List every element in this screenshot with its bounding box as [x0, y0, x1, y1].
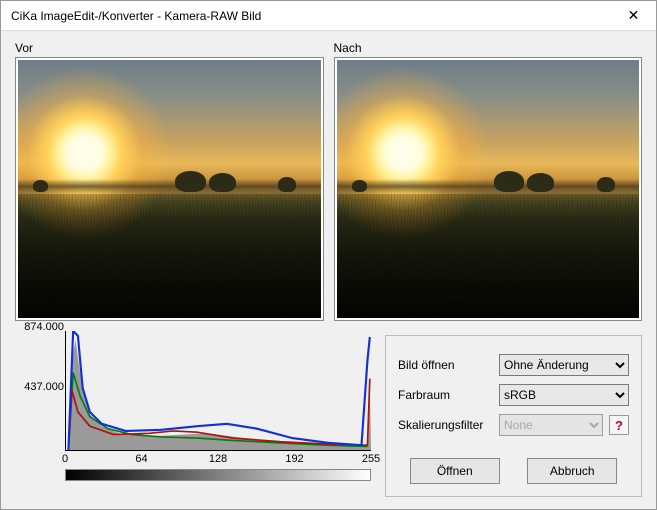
- after-preview: [334, 57, 643, 321]
- before-preview: [15, 57, 324, 321]
- options-panel: Bild öffnen Ohne Änderung Farbraum sRGB …: [385, 335, 642, 497]
- hist-x-64: 64: [135, 453, 147, 465]
- help-icon: ?: [615, 418, 623, 433]
- colorspace-select[interactable]: sRGB: [499, 384, 629, 406]
- colorspace-label: Farbraum: [398, 388, 493, 402]
- open-mode-label: Bild öffnen: [398, 358, 493, 372]
- tone-gradient: [65, 469, 371, 481]
- histogram-panel: 874.000 437.000 0: [15, 331, 371, 497]
- hist-x-128: 128: [209, 453, 227, 465]
- cancel-button[interactable]: Abbruch: [527, 458, 617, 484]
- hist-ylabel-max: 874.000: [24, 321, 64, 333]
- dialog-content: Vor Nach: [1, 31, 656, 509]
- titlebar[interactable]: CiKa ImageEdit-/Konverter - Kamera-RAW B…: [1, 1, 656, 31]
- scalefilter-label: Skalierungsfilter: [398, 418, 493, 432]
- help-button[interactable]: ?: [609, 415, 629, 435]
- hist-x-255: 255: [362, 453, 380, 465]
- close-icon: ✕: [628, 7, 640, 24]
- open-mode-select[interactable]: Ohne Änderung: [499, 354, 629, 376]
- scalefilter-select: None: [499, 414, 603, 436]
- window-title: CiKa ImageEdit-/Konverter - Kamera-RAW B…: [11, 9, 611, 23]
- histogram-svg: [66, 331, 371, 450]
- histogram-xaxis: 0 64 128 192 255: [65, 453, 371, 467]
- close-button[interactable]: ✕: [611, 1, 656, 31]
- before-label: Vor: [15, 41, 324, 55]
- hist-x-192: 192: [285, 453, 303, 465]
- histogram: 874.000 437.000: [65, 331, 371, 451]
- hist-ylabel-mid: 437.000: [24, 381, 64, 393]
- after-label: Nach: [334, 41, 643, 55]
- hist-x-0: 0: [62, 453, 68, 465]
- open-button[interactable]: Öffnen: [410, 458, 500, 484]
